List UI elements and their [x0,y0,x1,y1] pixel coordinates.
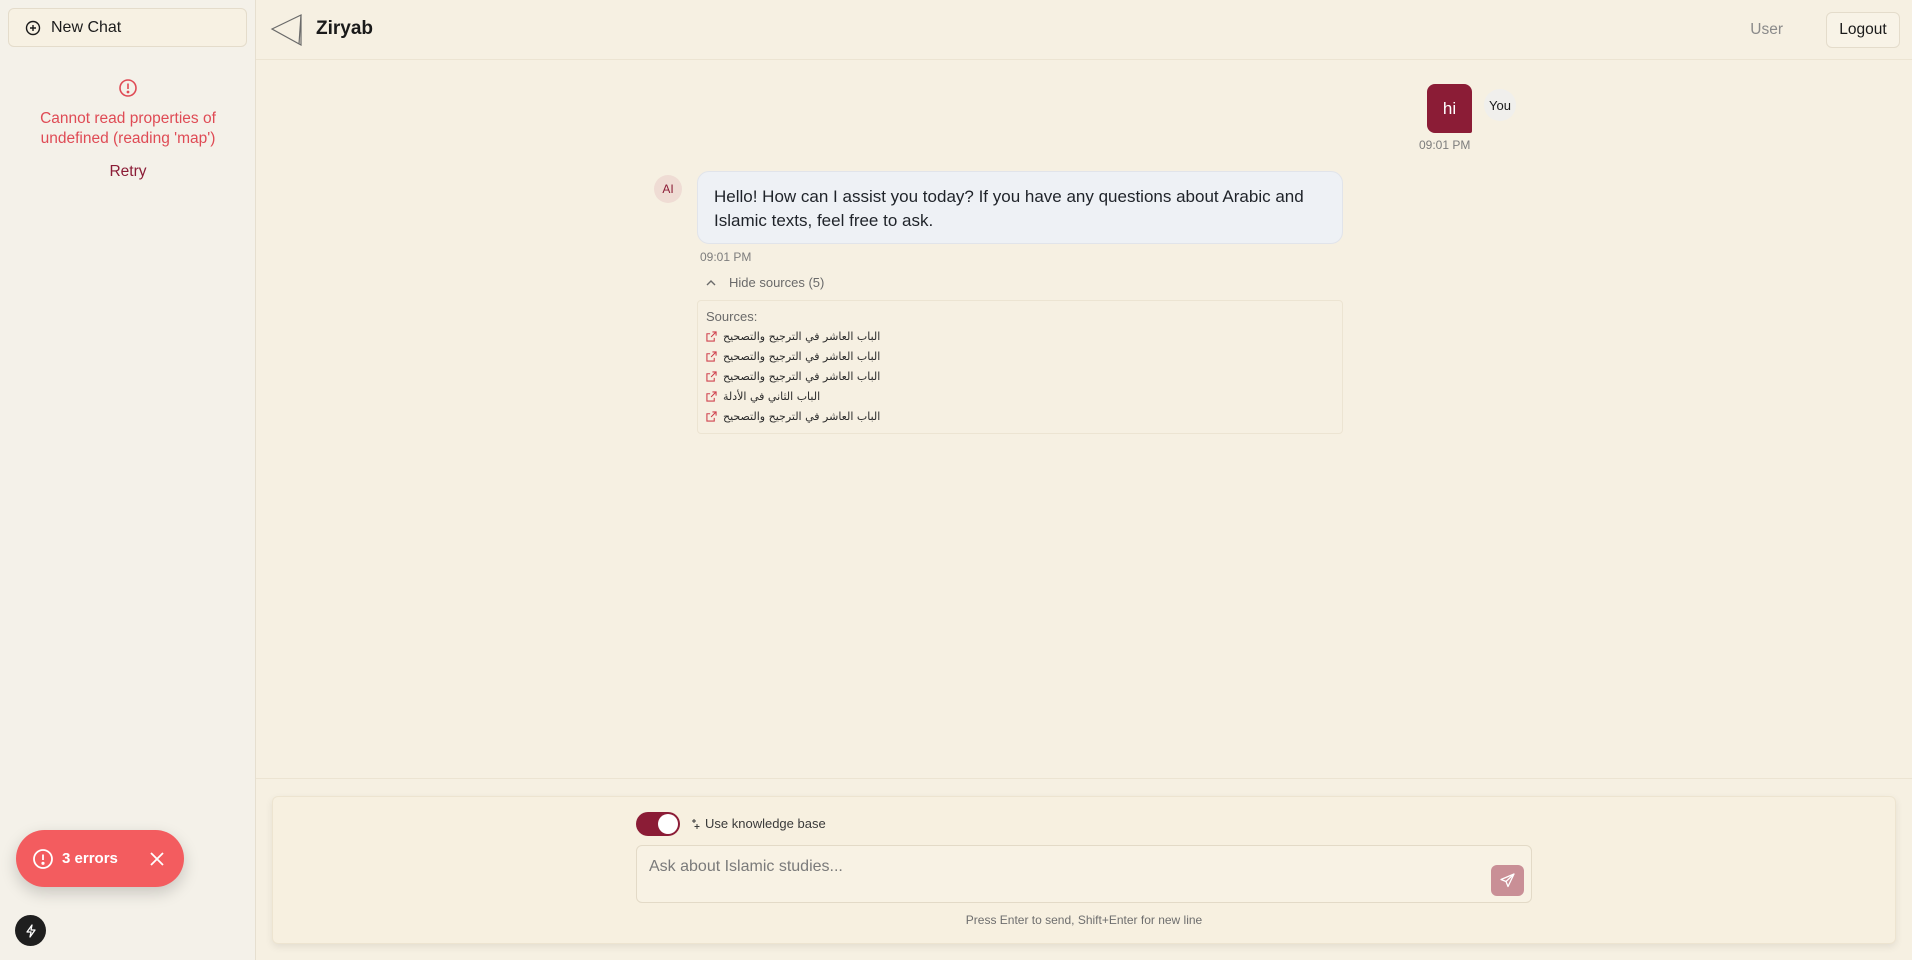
external-link-icon [706,390,717,402]
ai-avatar: AI [654,175,682,203]
header: Ziryab User Logout [256,0,1912,60]
alert-circle-icon [119,79,137,97]
alert-circle-icon [33,848,53,869]
sources-panel: Sources: الباب العاشر في الترجيح والتصحي… [697,300,1343,434]
send-icon [1500,873,1515,888]
external-link-icon [706,350,717,362]
logo-icon [270,14,302,47]
knowledge-base-label: Use knowledge base [689,816,826,831]
user-message-time: 09:01 PM [1419,138,1471,152]
chat-input[interactable] [636,845,1532,903]
errors-count: 3 errors [62,850,118,867]
user-label: User [1750,21,1783,38]
sparkles-icon [692,818,700,829]
source-link[interactable]: الباب العاشر في الترجيح والتصحيح [706,346,1334,366]
send-button[interactable] [1491,865,1524,896]
external-link-icon [706,370,717,382]
logout-button[interactable]: Logout [1826,12,1900,48]
plus-circle-icon [25,20,41,35]
errors-toast[interactable]: 3 errors [16,830,184,887]
knowledge-base-text: Use knowledge base [705,816,826,831]
app-title: Ziryab [316,18,374,39]
source-title: الباب العاشر في الترجيح والتصحيح [723,329,881,343]
close-icon[interactable] [148,850,166,868]
new-chat-label: New Chat [51,18,122,36]
hide-sources-label: Hide sources (5) [729,275,825,290]
composer-hint: Press Enter to send, Shift+Enter for new… [965,913,1203,927]
source-title: الباب الثاني في الأدلة [723,389,821,403]
sidebar: New Chat Cannot read properties of undef… [0,0,256,960]
source-link[interactable]: الباب الثاني في الأدلة [706,386,1334,406]
sidebar-error: Cannot read properties of undefined (rea… [0,78,256,181]
source-link[interactable]: الباب العاشر في الترجيح والتصحيح [706,326,1334,346]
lightning-button[interactable] [15,915,46,946]
sources-title: Sources: [706,309,758,324]
ai-message-bubble: Hello! How can I assist you today? If yo… [697,171,1343,244]
source-title: الباب العاشر في الترجيح والتصحيح [723,369,881,383]
source-title: الباب العاشر في الترجيح والتصحيح [723,409,881,423]
external-link-icon [706,410,717,422]
user-message-bubble: hi [1427,84,1472,133]
retry-button[interactable]: Retry [109,163,146,181]
source-link[interactable]: الباب العاشر في الترجيح والتصحيح [706,366,1334,386]
new-chat-button[interactable]: New Chat [8,8,247,47]
ai-message-time: 09:01 PM [700,250,752,264]
source-link[interactable]: الباب العاشر في الترجيح والتصحيح [706,406,1334,426]
source-title: الباب العاشر في الترجيح والتصحيح [723,349,881,363]
user-avatar: You [1484,89,1516,121]
error-message: Cannot read properties of undefined (rea… [40,110,216,147]
hide-sources-button[interactable]: Hide sources (5) [705,275,824,290]
external-link-icon [706,330,717,342]
lightning-icon [25,923,36,938]
toggle-knob [658,814,678,834]
chevron-up-icon [706,279,716,285]
knowledge-base-toggle[interactable] [636,812,680,836]
